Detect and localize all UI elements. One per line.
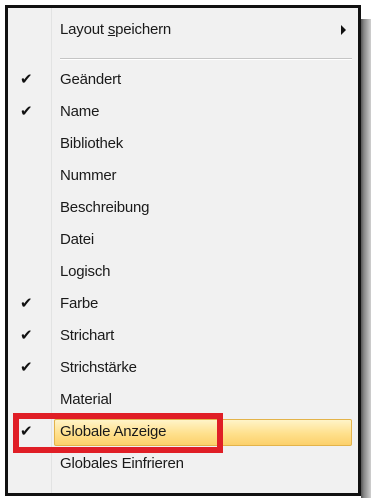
check-icon: ✔ [20,359,33,376]
menu-item-material[interactable]: Material [8,386,358,415]
menu-item-nummer[interactable]: Nummer [8,162,358,191]
menu-item-layout-speichern[interactable]: Layout speichern [8,16,358,45]
check-icon: ✔ [20,327,33,344]
menu-item-label: Globales Einfrieren [60,455,184,472]
submenu-arrow-icon [341,25,346,35]
menu-shadow [361,19,371,498]
menu-item-label: Farbe [60,295,99,312]
menu-item-label: Bibliothek [60,135,124,152]
menu-item-farbe[interactable]: ✔ Farbe [8,290,358,319]
menu-item-label: Strichart [60,327,115,344]
menu-item-strichstaerke[interactable]: ✔ Strichstärke [8,354,358,383]
menu-item-globales-einfrieren[interactable]: Globales Einfrieren [8,450,358,479]
check-icon: ✔ [20,295,33,312]
check-icon: ✔ [20,103,33,120]
menu-item-name[interactable]: ✔ Name [8,98,358,127]
menu-item-label: Datei [60,231,95,248]
menu-item-label: Beschreibung [60,199,150,216]
menu-item-geaendert[interactable]: ✔ Geändert [8,66,358,95]
check-icon: ✔ [20,71,33,88]
menu-item-logisch[interactable]: Logisch [8,258,358,287]
menu-separator-highlight [60,59,352,60]
menu-item-label: Material [60,391,112,408]
menu-item-label: Nummer [60,167,117,184]
menu-item-bibliothek[interactable]: Bibliothek [8,130,358,159]
annotation-highlight-box [13,413,223,453]
menu-item-label: Name [60,103,100,120]
menu-item-datei[interactable]: Datei [8,226,358,255]
menu-item-label: Logisch [60,263,111,280]
menu-item-strichart[interactable]: ✔ Strichart [8,322,358,351]
menu-item-label: Strichstärke [60,359,137,376]
menu-item-beschreibung[interactable]: Beschreibung [8,194,358,223]
menu-item-label: Layout speichern [60,21,172,38]
menu-item-label: Geändert [60,71,121,88]
